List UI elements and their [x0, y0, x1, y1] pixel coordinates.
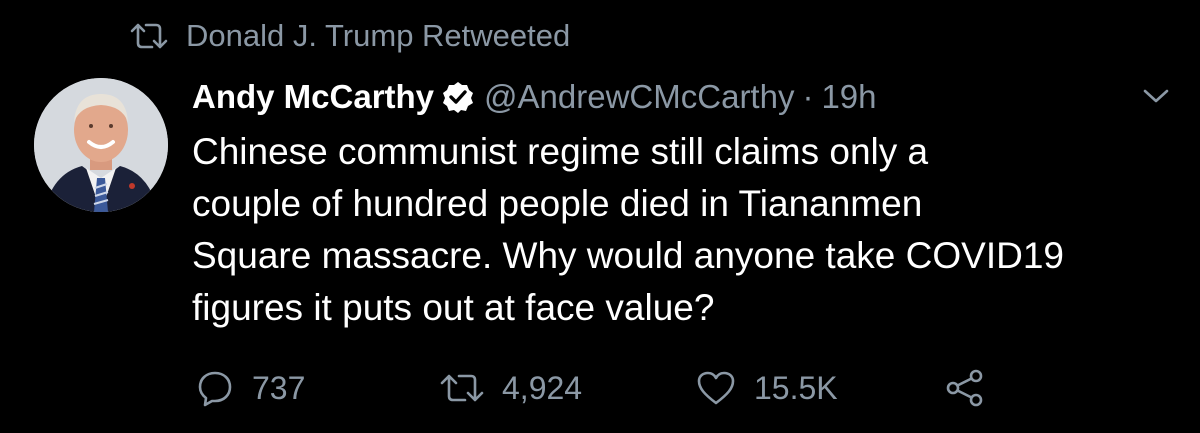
tweet-text-line: couple of hundred people died in Tiananm… — [192, 183, 923, 224]
retweet-header: Donald J. Trump Retweeted — [130, 12, 570, 60]
tweet-text-line: figures it puts out at face value? — [192, 287, 715, 328]
retweet-button[interactable]: 4,924 — [440, 362, 582, 414]
like-count: 15.5K — [754, 369, 838, 406]
retweet-icon — [440, 374, 484, 402]
share-button[interactable] — [944, 362, 1004, 414]
like-button[interactable]: 15.5K — [696, 362, 838, 414]
reply-button[interactable]: 737 — [196, 362, 305, 414]
timestamp[interactable]: 19h — [821, 78, 876, 116]
separator-dot: · — [802, 78, 814, 115]
tweet-text: Chinese communist regime still claims on… — [192, 126, 1182, 334]
tweet-text-line: Chinese communist regime still claims on… — [192, 131, 929, 172]
avatar[interactable] — [34, 78, 168, 212]
chevron-down-icon[interactable] — [1142, 86, 1170, 106]
display-name[interactable]: Andy McCarthy — [192, 78, 434, 116]
reply-icon — [198, 371, 232, 407]
tweet-text-line: Square massacre. Why would anyone take C… — [192, 235, 1064, 276]
reply-count: 737 — [252, 369, 306, 406]
heart-icon — [697, 371, 735, 405]
retweet-count: 4,924 — [502, 369, 583, 406]
handle[interactable]: @AndrewCMcCarthy — [484, 78, 794, 116]
share-icon — [946, 369, 983, 407]
tweet-body: Andy McCarthy @AndrewCMcCarthy · 19h Chi… — [192, 72, 1182, 334]
verified-badge-icon — [442, 81, 474, 113]
retweet-header-text[interactable]: Donald J. Trump Retweeted — [186, 18, 570, 54]
retweet-icon — [130, 21, 168, 51]
tweet-actions: 737 4,924 15.5K — [0, 362, 1200, 414]
tweet-header: Andy McCarthy @AndrewCMcCarthy · 19h — [192, 72, 1182, 122]
